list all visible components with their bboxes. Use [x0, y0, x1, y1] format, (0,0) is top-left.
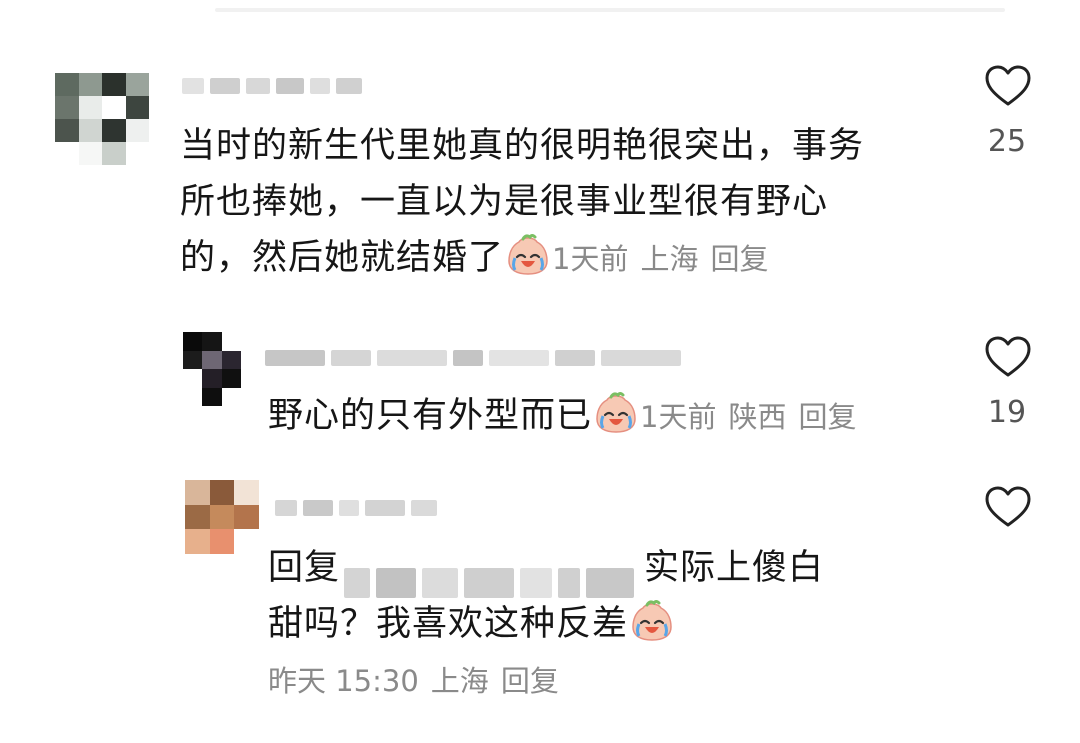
- comment-location: 上海: [430, 664, 489, 698]
- comment-line: 所也捧她，一直以为是很事业型很有野心: [180, 182, 829, 222]
- comment-meta: 1天前 陕西 回复: [640, 400, 868, 434]
- heart-icon[interactable]: [985, 336, 1031, 378]
- username-redacted[interactable]: [182, 78, 362, 94]
- heart-icon[interactable]: [985, 486, 1031, 528]
- reply-button[interactable]: 回复: [501, 664, 559, 698]
- reply-text: 回复 实际上傻白 甜吗？我喜欢这种反差 昨天 15:30 上海 回复: [268, 540, 824, 709]
- comment-location: 陕西: [728, 400, 787, 434]
- comment-time: 1天前: [640, 400, 717, 434]
- avatar[interactable]: [183, 332, 241, 406]
- heart-icon[interactable]: [985, 65, 1031, 107]
- reply-button[interactable]: 回复: [710, 242, 768, 276]
- username-redacted[interactable]: [275, 500, 437, 516]
- comment-line: 的，然后她就结婚了: [180, 238, 505, 278]
- loudly-crying-face-icon: [632, 600, 672, 641]
- comment-meta: 昨天 15:30 上海 回复: [268, 664, 571, 698]
- comment-line: 当时的新生代里她真的很明艳很突出，事务: [180, 126, 865, 166]
- comment-time: 昨天 15:30: [268, 664, 419, 698]
- comment-meta: 1天前 上海 回复: [552, 242, 780, 276]
- reply-text: 野心的只有外型而已 1天前 陕西 回复: [268, 388, 869, 445]
- comment-line: 实际上傻白: [644, 548, 825, 588]
- username-redacted[interactable]: [265, 350, 681, 366]
- reply-button[interactable]: 回复: [798, 400, 856, 434]
- mention-redacted[interactable]: [344, 554, 640, 598]
- previous-item-edge: [215, 0, 1015, 18]
- comment-time: 1天前: [552, 242, 629, 276]
- comment-line: 甜吗？我喜欢这种反差: [268, 604, 629, 644]
- like-count: 19: [987, 395, 1027, 430]
- avatar[interactable]: [185, 480, 259, 554]
- comment-line: 野心的只有外型而已: [268, 396, 593, 436]
- comment-location: 上海: [640, 242, 699, 276]
- loudly-crying-face-icon: [508, 234, 548, 275]
- loudly-crying-face-icon: [596, 392, 636, 433]
- avatar[interactable]: [55, 73, 149, 165]
- comment-text: 当时的新生代里她真的很明艳很突出，事务 所也捧她，一直以为是很事业型很有野心 的…: [180, 118, 864, 287]
- like-count: 25: [987, 124, 1027, 159]
- reply-prefix: 回复: [268, 548, 341, 588]
